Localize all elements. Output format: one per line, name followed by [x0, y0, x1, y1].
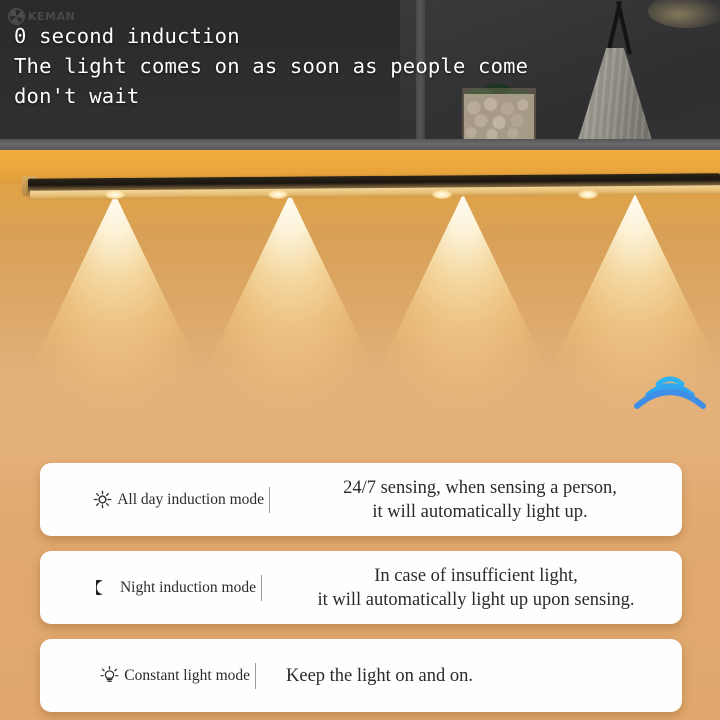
mode-card-heading: All day induction mode [40, 486, 280, 513]
mode-card-area: All day induction mode 24/7 sensing, whe… [0, 450, 720, 720]
sun-icon [93, 490, 112, 509]
mode-card-divider [255, 662, 256, 689]
mode-description-line-1: 24/7 sensing, when sensing a person, [343, 477, 617, 498]
mode-description-line-1: In case of insufficient light, [374, 565, 578, 586]
mode-description: Keep the light on and on. [266, 664, 682, 688]
mode-card-constant[interactable]: Constant light mode Keep the light on an… [40, 639, 682, 712]
mode-description-line-1: Keep the light on and on. [286, 665, 474, 686]
top-headline: 0 second induction The light comes on as… [14, 21, 704, 111]
mode-card-all-day[interactable]: All day induction mode 24/7 sensing, whe… [40, 463, 682, 536]
mode-description: 24/7 sensing, when sensing a person, it … [280, 476, 682, 524]
mode-description-line-2: it will automatically light up upon sens… [317, 589, 635, 610]
led-dot [578, 190, 598, 199]
lit-wall-scene: Pyroelectric infrared human induction Se… [0, 150, 720, 450]
moon-icon [95, 578, 115, 597]
mode-description: In case of insufficient light, it will a… [272, 564, 682, 612]
top-dark-scene: KEMAN 0 second induction The light comes… [0, 0, 720, 150]
mode-label: Constant light mode [124, 666, 250, 684]
mode-label: All day induction mode [117, 490, 264, 508]
top-headline-line-3: don't wait [14, 84, 140, 108]
mode-label: Night induction mode [119, 578, 256, 596]
led-dot [105, 190, 125, 199]
top-headline-line-2: The light comes on as soon as people com… [14, 54, 529, 78]
mode-description-line-2: it will automatically light up. [372, 501, 588, 522]
mode-card-divider [269, 486, 270, 513]
signal-wave-icon [634, 376, 706, 409]
mode-card-heading: Constant light mode [40, 662, 266, 689]
led-dot [432, 190, 452, 199]
bulb-icon [100, 666, 119, 685]
shelf-edge [0, 139, 720, 150]
mode-card-heading: Night induction mode [40, 574, 272, 601]
top-headline-line-1: 0 second induction [14, 24, 240, 48]
mode-card-night[interactable]: Night induction mode In case of insuffic… [40, 551, 682, 624]
product-banner: KEMAN 0 second induction The light comes… [0, 0, 720, 720]
mode-card-divider [261, 574, 262, 601]
led-dot [268, 190, 288, 199]
